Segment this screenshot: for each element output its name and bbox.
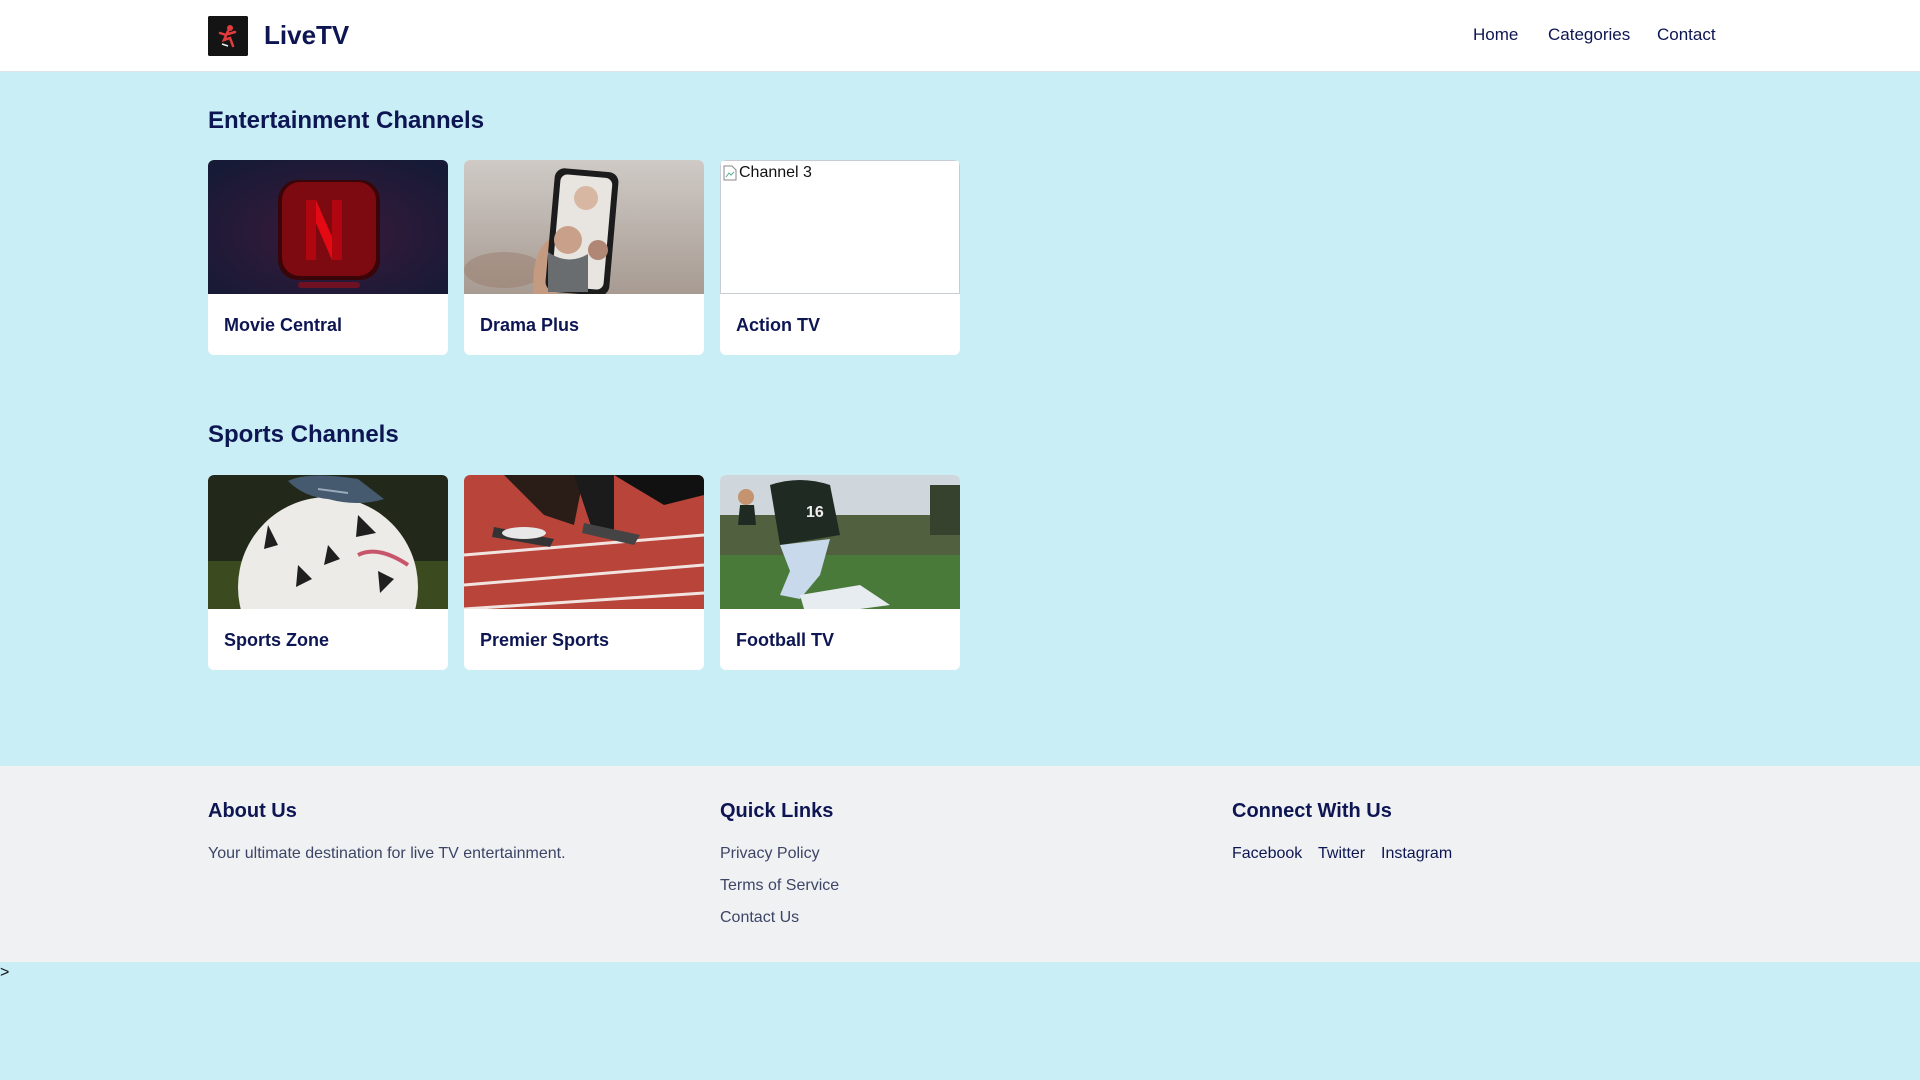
brand-name[interactable]: LiveTV xyxy=(264,20,349,51)
card-title: Movie Central xyxy=(224,315,343,335)
stray-text: > xyxy=(0,964,10,981)
broken-image-icon xyxy=(723,165,737,181)
card-title: Action TV xyxy=(736,315,820,335)
footer-link-instagram[interactable]: Instagram xyxy=(1381,845,1452,863)
soccer-ball-image xyxy=(208,475,448,609)
card-title: Football TV xyxy=(736,630,834,650)
site-header: LiveTV Home Categories Contact xyxy=(0,0,1920,72)
site-footer: About Us Your ultimate destination for l… xyxy=(0,766,1920,962)
netflix-logo-image xyxy=(208,160,448,294)
football-player-image: 16 xyxy=(720,475,960,609)
phone-video-call-image xyxy=(464,160,704,294)
logo-icon[interactable] xyxy=(208,16,248,56)
footer-about-title: About Us xyxy=(208,800,297,822)
section-title-entertainment: Entertainment Channels xyxy=(208,107,485,134)
card-title: Premier Sports xyxy=(480,630,610,650)
svg-text:16: 16 xyxy=(806,504,824,521)
footer-quick-links-title: Quick Links xyxy=(720,800,834,822)
image-alt-text: Channel 3 xyxy=(739,164,812,181)
footer-link-privacy-policy[interactable]: Privacy Policy xyxy=(720,845,820,863)
sprinter-track-image xyxy=(464,475,704,609)
broken-image: Channel 3 xyxy=(720,160,960,294)
nav-home[interactable]: Home xyxy=(1473,25,1518,45)
footer-connect-title: Connect With Us xyxy=(1232,800,1392,822)
nav-categories[interactable]: Categories xyxy=(1548,25,1630,45)
channel-card[interactable]: Premier Sports xyxy=(464,475,704,670)
footer-link-facebook[interactable]: Facebook xyxy=(1232,845,1302,863)
card-title: Drama Plus xyxy=(480,315,580,335)
footer-link-contact-us[interactable]: Contact Us xyxy=(720,909,799,927)
channel-card[interactable]: Sports Zone xyxy=(208,475,448,670)
channel-card[interactable]: 16 Football TV xyxy=(720,475,960,670)
footer-link-terms-of-service[interactable]: Terms of Service xyxy=(720,877,839,895)
channel-card[interactable]: Channel 3 Action TV xyxy=(720,160,960,355)
section-title-sports: Sports Channels xyxy=(208,421,399,448)
nav-contact[interactable]: Contact xyxy=(1657,25,1716,45)
footer-about-text: Your ultimate destination for live TV en… xyxy=(208,845,566,862)
footer-link-twitter[interactable]: Twitter xyxy=(1318,845,1365,863)
channel-card[interactable]: Movie Central xyxy=(208,160,448,355)
channel-card[interactable]: Drama Plus xyxy=(464,160,704,355)
card-title: Sports Zone xyxy=(224,630,330,650)
